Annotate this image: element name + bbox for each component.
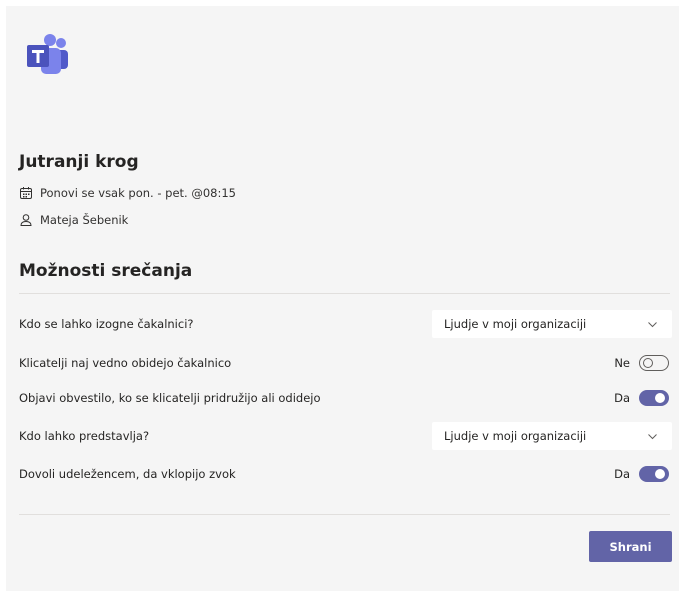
toggle-state-text: Da <box>614 467 630 481</box>
microsoft-teams-logo-icon <box>19 34 71 78</box>
option-label: Objavi obvestilo, ko se klicatelji pridr… <box>19 391 321 405</box>
toggle-state-text: Da <box>614 391 630 405</box>
option-callers-bypass-lobby: Klicatelji naj vedno obidejo čakalnico N… <box>19 348 672 378</box>
toggle-group: Ne <box>614 355 669 371</box>
divider <box>19 514 670 515</box>
toggle-state-text: Ne <box>614 356 630 370</box>
options-heading: Možnosti srečanja <box>19 261 193 281</box>
presenters-dropdown[interactable]: Ljudje v moji organizaciji <box>432 422 672 450</box>
calendar-icon <box>19 186 33 200</box>
toggle-group: Da <box>614 466 669 482</box>
option-label: Klicatelji naj vedno obidejo čakalnico <box>19 356 232 370</box>
meeting-title: Jutranji krog <box>19 152 139 172</box>
meeting-organizer: Mateja Šebenik <box>19 213 128 227</box>
save-button[interactable]: Shrani <box>589 531 672 562</box>
callers-bypass-toggle[interactable] <box>639 355 669 371</box>
toggle-knob <box>655 393 665 403</box>
announce-toggle[interactable] <box>639 390 669 406</box>
option-allow-unmute: Dovoli udeležencem, da vklopijo zvok Da <box>19 459 672 489</box>
option-announce-callers: Objavi obvestilo, ko se klicatelji pridr… <box>19 383 672 413</box>
meeting-schedule: Ponovi se vsak pon. - pet. @08:15 <box>19 186 236 200</box>
allow-unmute-toggle[interactable] <box>639 466 669 482</box>
chevron-down-icon <box>647 319 658 330</box>
bypass-lobby-dropdown[interactable]: Ljudje v moji organizaciji <box>432 310 672 338</box>
meeting-organizer-name: Mateja Šebenik <box>40 213 129 227</box>
toggle-group: Da <box>614 390 669 406</box>
chevron-down-icon <box>647 431 658 442</box>
meeting-options-panel: Jutranji krog Ponovi se vsak pon. - pet.… <box>6 6 679 591</box>
person-icon <box>19 213 33 227</box>
option-label: Dovoli udeležencem, da vklopijo zvok <box>19 467 236 481</box>
option-bypass-lobby: Kdo se lahko izogne čakalnici? Ljudje v … <box>19 309 672 339</box>
toggle-knob <box>655 469 665 479</box>
meeting-schedule-text: Ponovi se vsak pon. - pet. @08:15 <box>40 186 236 200</box>
option-label: Kdo se lahko izogne čakalnici? <box>19 317 194 331</box>
option-presenters: Kdo lahko predstavlja? Ljudje v moji org… <box>19 421 672 451</box>
toggle-knob <box>643 358 653 368</box>
divider <box>19 293 670 294</box>
dropdown-value: Ljudje v moji organizaciji <box>444 429 587 443</box>
option-label: Kdo lahko predstavlja? <box>19 429 150 443</box>
dropdown-value: Ljudje v moji organizaciji <box>444 317 587 331</box>
